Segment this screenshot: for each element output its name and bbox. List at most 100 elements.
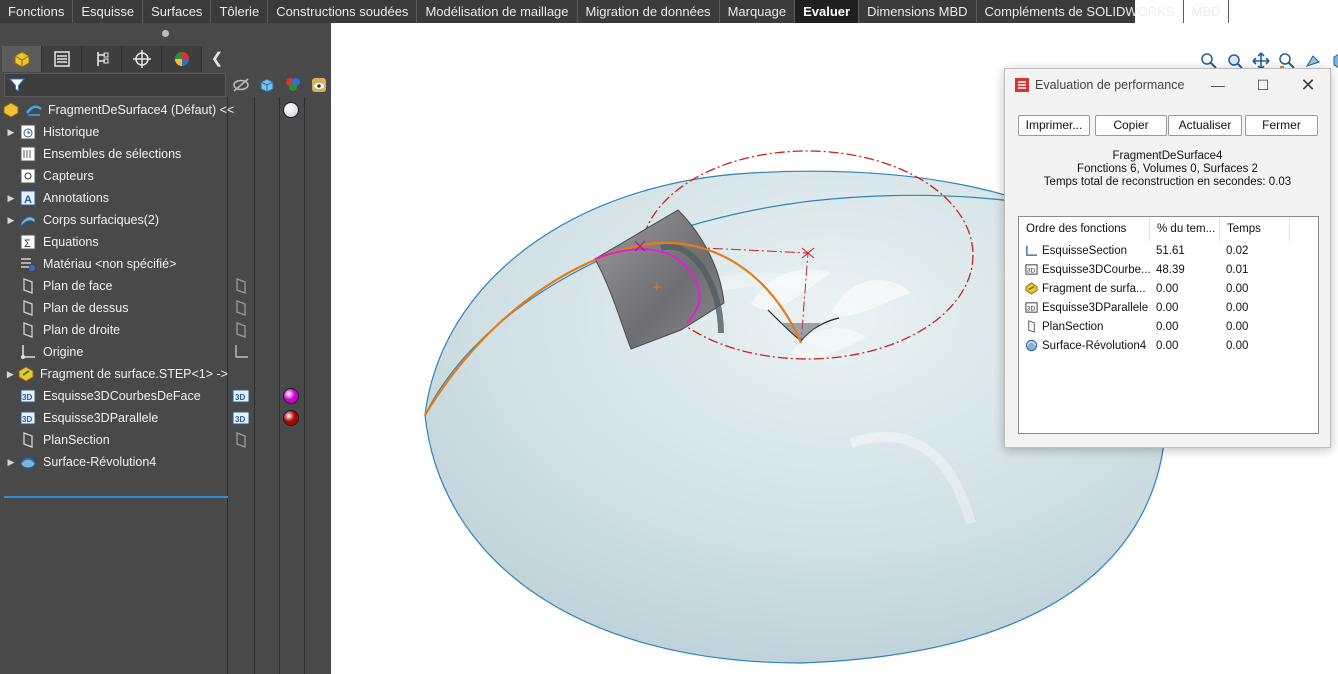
tab-7[interactable]: Marquage bbox=[720, 0, 796, 23]
tab-3[interactable]: Tôlerie bbox=[211, 0, 269, 23]
revolve-surface-icon bbox=[18, 453, 38, 471]
plane-visibility-icon[interactable] bbox=[231, 320, 251, 340]
tree-item[interactable]: Ensembles de sélections bbox=[4, 143, 228, 165]
feature-order-table[interactable]: Ordre des fonctions % du tem... Temps Es… bbox=[1018, 216, 1319, 434]
expand-arrow-icon[interactable]: ▶ bbox=[4, 127, 18, 138]
tab-10[interactable]: Compléments de SOLIDWORKS bbox=[977, 0, 1184, 23]
graphics-area[interactable]: Evaluation de performance — ☐ ✕ Imprimer… bbox=[331, 23, 1338, 674]
plane-visibility-icon[interactable] bbox=[231, 276, 251, 296]
tree-item-label: Fragment de surface.STEP<1> -> bbox=[40, 367, 228, 381]
tree-item[interactable]: 3D Esquisse3DParallele bbox=[4, 407, 228, 429]
maximize-button[interactable]: ☐ bbox=[1245, 73, 1281, 97]
feature-name: Esquisse3DParallele bbox=[1042, 301, 1149, 314]
tab-0[interactable]: Fonctions bbox=[0, 0, 74, 23]
column-header-time[interactable]: Temps bbox=[1220, 217, 1290, 241]
appearance-swatch-magenta[interactable] bbox=[281, 386, 301, 406]
table-row[interactable]: PlanSection 0.00 0.00 bbox=[1019, 318, 1318, 337]
tab-5[interactable]: Modélisation de maillage bbox=[417, 0, 578, 23]
column-header-feature-order[interactable]: Ordre des fonctions bbox=[1019, 217, 1150, 241]
table-row[interactable]: Fragment de surfa... 0.00 0.00 bbox=[1019, 280, 1318, 299]
copy-button[interactable]: Copier bbox=[1095, 115, 1167, 136]
plane-icon bbox=[18, 321, 38, 339]
minimize-button[interactable]: — bbox=[1200, 73, 1236, 97]
surface-fragment-icon bbox=[25, 101, 43, 119]
tab-1[interactable]: Esquisse bbox=[73, 0, 144, 23]
tree-item[interactable]: Plan de droite bbox=[4, 319, 228, 341]
tree-item[interactable]: 3D Esquisse3DCourbesDeFace bbox=[4, 385, 228, 407]
feature-name: Surface-Révolution4 bbox=[1042, 339, 1147, 352]
svg-text:3D: 3D bbox=[22, 393, 32, 402]
tab-4[interactable]: Constructions soudées bbox=[268, 0, 418, 23]
appearance-column-icon[interactable] bbox=[281, 73, 305, 97]
rollback-bar[interactable] bbox=[4, 496, 228, 498]
sketch-3d-icon: 3D bbox=[18, 387, 38, 405]
tree-item-label: Plan de droite bbox=[43, 323, 121, 337]
time-value: 0.00 bbox=[1226, 340, 1249, 352]
table-row[interactable]: EsquisseSection 51.61 0.02 bbox=[1019, 242, 1318, 261]
tree-item[interactable]: ▶ Historique bbox=[4, 121, 228, 143]
filter-icon bbox=[9, 78, 25, 92]
origin-visibility-icon[interactable] bbox=[231, 342, 251, 362]
dimxpert-manager-tab[interactable] bbox=[122, 46, 162, 72]
tab-2[interactable]: Surfaces bbox=[143, 0, 212, 23]
close-window-button[interactable]: ✕ bbox=[1290, 73, 1326, 97]
refresh-button[interactable]: Actualiser bbox=[1168, 115, 1242, 136]
expand-arrow-icon[interactable]: ▶ bbox=[4, 193, 18, 204]
hide-show-column-icon[interactable] bbox=[229, 73, 253, 97]
dialog-title-bar[interactable]: Evaluation de performance — ☐ ✕ bbox=[1005, 69, 1330, 101]
tree-item-label: Equations bbox=[43, 235, 99, 249]
tree-root[interactable]: FragmentDeSurface4 (Défaut) << bbox=[3, 99, 234, 121]
sketch-visibility-icon[interactable]: 3D bbox=[231, 408, 251, 428]
tab-6[interactable]: Migration de données bbox=[578, 0, 720, 23]
tree-item[interactable]: ▶ Fragment de surface.STEP<1> -> bbox=[4, 363, 228, 385]
column-header-percent[interactable]: % du tem... bbox=[1150, 217, 1220, 241]
tree-item[interactable]: Plan de dessus bbox=[4, 297, 228, 319]
tab-9[interactable]: Dimensions MBD bbox=[859, 0, 977, 23]
plane-icon bbox=[18, 277, 38, 295]
root-appearance-swatch[interactable] bbox=[281, 100, 301, 120]
feature-manager-tab[interactable] bbox=[2, 46, 42, 72]
tree-item[interactable]: ▶ A Annotations bbox=[4, 187, 228, 209]
panel-grip[interactable] bbox=[0, 23, 331, 45]
property-manager-tab[interactable] bbox=[42, 46, 82, 72]
plane-visibility-icon[interactable] bbox=[231, 430, 251, 450]
tree-item[interactable]: Origine bbox=[4, 341, 228, 363]
display-mode-column-icon[interactable] bbox=[255, 73, 279, 97]
tree-item-label: Esquisse3DCourbesDeFace bbox=[43, 389, 201, 403]
table-row[interactable]: 3D Esquisse3DCourbe... 48.39 0.01 bbox=[1019, 261, 1318, 280]
plane-icon bbox=[1025, 320, 1038, 333]
feature-manager-panel: ❮ FragmentDeSurface4 (Défaut) << ▶ Histo… bbox=[0, 23, 331, 674]
svg-text:3D: 3D bbox=[235, 415, 245, 424]
tree-item-label: Plan de dessus bbox=[43, 301, 129, 315]
collapse-panel-icon[interactable]: ❮ bbox=[208, 50, 226, 68]
plane-visibility-icon[interactable] bbox=[231, 298, 251, 318]
print-button[interactable]: Imprimer... bbox=[1018, 115, 1090, 136]
tree-item[interactable]: Capteurs bbox=[4, 165, 228, 187]
origin-icon bbox=[18, 343, 38, 361]
svg-text:3D: 3D bbox=[1027, 267, 1036, 274]
tree-item[interactable]: ▶ Surface-Révolution4 bbox=[4, 451, 228, 473]
expand-arrow-icon[interactable]: ▶ bbox=[4, 215, 18, 226]
table-row[interactable]: Surface-Révolution4 0.00 0.00 bbox=[1019, 337, 1318, 356]
tree-item-label: Origine bbox=[43, 345, 84, 359]
tree-item[interactable]: ▶ Corps surfaciques(2) bbox=[4, 209, 228, 231]
tab-11[interactable]: MBD bbox=[1184, 0, 1230, 23]
table-row[interactable]: 3D Esquisse3DParallele 0.00 0.00 bbox=[1019, 299, 1318, 318]
display-manager-tab[interactable] bbox=[162, 46, 202, 72]
appearance-swatch-red[interactable] bbox=[281, 408, 301, 428]
sketch-visibility-icon[interactable]: 3D bbox=[231, 386, 251, 406]
tree-item-label: Corps surfaciques(2) bbox=[43, 213, 160, 227]
plane-icon bbox=[18, 431, 38, 449]
tree-item[interactable]: Σ Equations bbox=[4, 231, 228, 253]
expand-arrow-icon[interactable]: ▶ bbox=[4, 369, 17, 380]
configuration-manager-tab[interactable] bbox=[82, 46, 122, 72]
close-button[interactable]: Fermer bbox=[1245, 115, 1318, 136]
tree-item[interactable]: PlanSection bbox=[4, 429, 228, 451]
tree-item[interactable]: Matériau <non spécifié> bbox=[4, 253, 228, 275]
tree-item[interactable]: Plan de face bbox=[4, 275, 228, 297]
transparency-column-icon[interactable] bbox=[307, 73, 331, 97]
expand-arrow-icon[interactable]: ▶ bbox=[4, 457, 18, 468]
tab-8[interactable]: Evaluer bbox=[795, 0, 860, 23]
feature-tree-filter[interactable] bbox=[4, 73, 226, 97]
rebuild-time: Temps total de reconstruction en seconde… bbox=[1043, 176, 1292, 188]
